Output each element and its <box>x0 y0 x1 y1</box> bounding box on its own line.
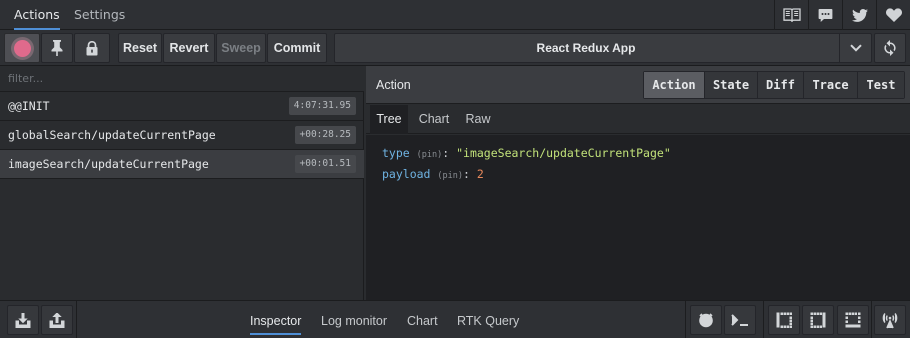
inspector-panel: Action Action State Diff Trace Test Tree… <box>366 66 910 300</box>
pin-toggle[interactable]: (pin) <box>417 150 443 160</box>
lock-icon <box>86 40 98 55</box>
inspector-mode-tabs: Action State Diff Trace Test <box>643 71 905 99</box>
mode-state[interactable]: State <box>704 72 757 98</box>
terminal-icon <box>731 314 748 326</box>
redux-devtools-app: Actions Settings Reset Revert Sweep Comm… <box>0 0 910 338</box>
pin-toggle[interactable]: (pin) <box>437 171 463 181</box>
tree-value-string: "imageSearch/updateCurrentPage" <box>456 146 671 160</box>
sync-icon <box>884 40 896 56</box>
commit-button[interactable]: Commit <box>267 33 327 63</box>
tree-colon: : <box>463 167 470 181</box>
top-icon-group <box>774 0 910 30</box>
bottom-bar: Inspector Log monitor Chart RTK Query <box>0 300 910 338</box>
record-button[interactable] <box>4 33 40 63</box>
layout-left-icon <box>776 312 792 328</box>
top-tab-bar: Actions Settings <box>0 0 910 30</box>
import-button[interactable] <box>7 305 39 335</box>
tree-key: type <box>382 146 410 160</box>
app-select[interactable]: React Redux App <box>334 33 872 63</box>
action-row-init[interactable]: @@INIT 4:07:31.95 <box>0 92 364 121</box>
pin-icon <box>51 40 63 56</box>
subtab-raw[interactable]: Raw <box>460 105 496 134</box>
app-select-value: React Redux App <box>536 41 636 55</box>
broadcast-icon <box>882 313 898 329</box>
chat-icon[interactable] <box>808 0 842 30</box>
reset-button[interactable]: Reset <box>118 33 162 63</box>
layout-bottom-button[interactable] <box>837 305 869 335</box>
action-list-panel: filter... @@INIT 4:07:31.95 globalSearch… <box>0 66 364 300</box>
inspector-subtabs: Tree Chart Raw <box>366 105 910 134</box>
monitor-tab-inspector[interactable]: Inspector <box>250 301 302 338</box>
chevron-down-icon[interactable] <box>839 34 871 62</box>
action-name: globalSearch/updateCurrentPage <box>8 128 216 142</box>
twitter-icon[interactable] <box>842 0 876 30</box>
remote-connection-button[interactable] <box>874 305 906 335</box>
docs-icon[interactable] <box>774 0 808 30</box>
tree-row-payload[interactable]: payload (pin): 2 <box>382 167 484 181</box>
bottom-divider <box>763 301 764 338</box>
mode-test[interactable]: Test <box>857 72 904 98</box>
subtab-tree[interactable]: Tree <box>370 105 408 134</box>
inspector-header: Action Action State Diff Trace Test <box>366 66 910 104</box>
tree-value-number: 2 <box>476 167 484 181</box>
mode-trace[interactable]: Trace <box>803 72 857 98</box>
sync-button[interactable] <box>874 33 906 63</box>
monitor-tab-rtk-query[interactable]: RTK Query <box>457 301 519 338</box>
filter-input[interactable]: filter... <box>0 66 364 92</box>
bottom-divider <box>76 301 77 338</box>
toolbar: Reset Revert Sweep Commit React Redux Ap… <box>0 30 910 66</box>
action-time-badge: +00:01.51 <box>294 155 356 173</box>
sweep-button[interactable]: Sweep <box>216 33 266 63</box>
layout-left-button[interactable] <box>768 305 800 335</box>
action-row-image-search[interactable]: imageSearch/updateCurrentPage +00:01.51 <box>0 150 364 179</box>
layout-bottom-icon <box>845 312 861 328</box>
layout-right-button[interactable] <box>802 305 834 335</box>
subtab-chart[interactable]: Chart <box>414 105 454 134</box>
revert-button[interactable]: Revert <box>163 33 215 63</box>
terminal-button[interactable] <box>724 305 756 335</box>
action-name: imageSearch/updateCurrentPage <box>8 157 209 171</box>
bottom-divider <box>871 301 872 338</box>
action-tree-view: type (pin): "imageSearch/updateCurrentPa… <box>366 135 910 300</box>
monitor-tab-log-monitor[interactable]: Log monitor <box>321 301 387 338</box>
timer-icon <box>699 313 713 328</box>
import-icon <box>15 312 31 328</box>
mode-action[interactable]: Action <box>644 72 704 98</box>
action-time-badge: +00:28.25 <box>294 126 356 144</box>
export-icon <box>49 312 65 328</box>
bottom-divider <box>685 301 686 338</box>
tree-colon: : <box>442 146 450 160</box>
action-time-badge: 4:07:31.95 <box>288 97 356 115</box>
record-icon <box>13 39 31 57</box>
mode-diff[interactable]: Diff <box>757 72 803 98</box>
tab-settings[interactable]: Settings <box>74 0 125 30</box>
tab-actions[interactable]: Actions <box>14 0 60 30</box>
heart-icon[interactable] <box>876 0 910 30</box>
action-row-global-search[interactable]: globalSearch/updateCurrentPage +00:28.25 <box>0 121 364 150</box>
lock-button[interactable] <box>74 33 110 63</box>
pin-button[interactable] <box>41 33 73 63</box>
tree-row-type[interactable]: type (pin): "imageSearch/updateCurrentPa… <box>382 146 671 160</box>
tree-key: payload <box>382 167 431 181</box>
monitor-tab-chart[interactable]: Chart <box>407 301 438 338</box>
layout-right-icon <box>810 312 826 328</box>
inspector-title: Action <box>376 78 411 92</box>
export-button[interactable] <box>41 305 73 335</box>
dispatcher-timer-button[interactable] <box>690 305 722 335</box>
action-name: @@INIT <box>8 99 50 113</box>
